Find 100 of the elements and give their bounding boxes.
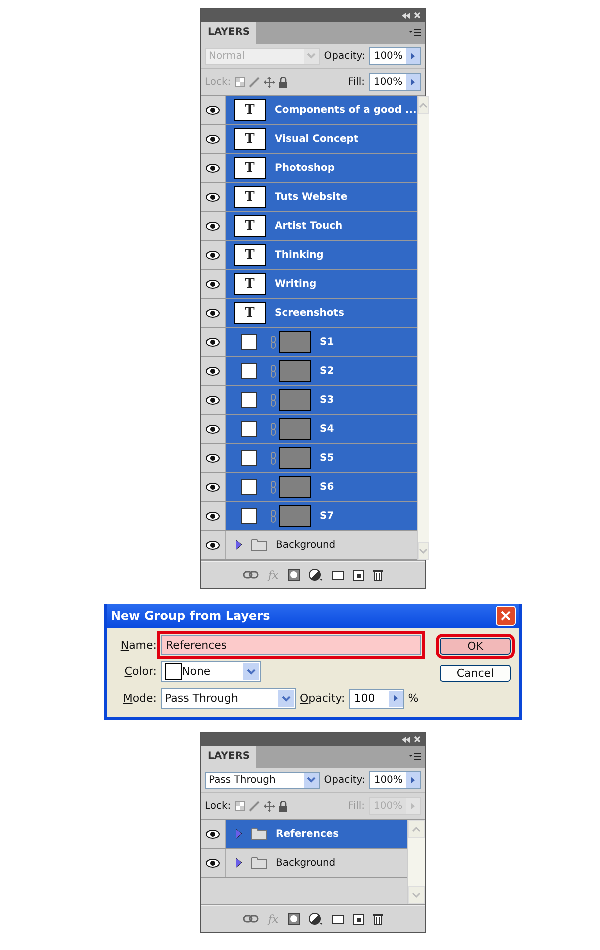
fill-field[interactable]: 100% [369,73,421,91]
eye-icon[interactable] [206,858,220,868]
expand-triangle-icon[interactable] [236,858,242,868]
layer-row[interactable]: T Visual Concept [201,125,417,154]
layer-row[interactable]: S2 [201,357,417,386]
eye-icon[interactable] [206,192,220,202]
dialog-button[interactable]: Cancel [440,665,511,682]
lock-icon[interactable] [279,76,288,88]
adjustment-icon[interactable] [308,569,323,581]
visibility-toggle[interactable] [201,357,226,385]
layer-row[interactable]: T Screenshots [201,299,417,328]
link-icon[interactable] [243,915,260,923]
layer-row[interactable]: T Artist Touch [201,212,417,241]
visibility-toggle[interactable] [201,386,226,414]
new-layer-icon[interactable] [352,570,364,580]
layer-row[interactable]: S5 [201,444,417,473]
chevron-down-icon[interactable] [246,668,256,674]
color-dropdown[interactable]: None [161,661,261,682]
chevron-down-icon[interactable] [307,777,316,783]
layer-row[interactable]: T Components of a good ... [201,96,417,125]
eye-icon[interactable] [206,106,220,114]
folder-icon[interactable] [332,914,344,924]
lock-icon[interactable] [279,800,288,812]
trash-icon[interactable] [372,569,383,581]
lock-transparency-icon[interactable] [235,801,246,811]
opacity-field[interactable]: 100 [349,688,404,708]
arrow-right-icon[interactable] [411,776,415,784]
layer-row[interactable]: T Thinking [201,241,417,270]
panel-menu-icon[interactable] [409,753,421,761]
visibility-toggle[interactable] [201,154,226,182]
layer-row[interactable]: S4 [201,415,417,444]
close-icon[interactable] [414,12,421,19]
panel-menu-icon[interactable] [409,29,421,37]
move-icon[interactable] [264,76,276,88]
close-button[interactable] [496,606,516,626]
visibility-toggle[interactable] [201,241,226,269]
visibility-toggle[interactable] [201,212,226,240]
adjustment-icon[interactable] [308,913,323,925]
layer-row[interactable]: Background [201,531,417,560]
link-icon[interactable] [243,571,260,579]
eye-icon[interactable] [206,338,220,346]
visibility-toggle[interactable] [201,125,226,153]
eye-icon[interactable] [206,250,220,260]
collapse-icon[interactable] [402,12,410,18]
arrow-right-icon[interactable] [411,52,415,60]
layer-row[interactable]: T Writing [201,270,417,299]
mode-dropdown[interactable]: Pass Through [161,688,296,709]
visibility-toggle[interactable] [201,328,226,356]
close-icon[interactable] [414,736,421,743]
trash-icon[interactable] [372,913,383,925]
eye-icon[interactable] [206,396,220,404]
eye-icon[interactable] [206,830,220,838]
eye-icon[interactable] [206,482,220,492]
layer-name: Thinking [275,250,324,260]
layer-row[interactable]: References [201,820,407,849]
layer-row[interactable]: S6 [201,473,417,502]
visibility-toggle[interactable] [201,96,226,124]
layers-tab[interactable]: LAYERS [201,746,256,768]
opacity-field[interactable]: 100% [369,47,421,65]
eye-icon[interactable] [206,512,220,520]
opacity-field[interactable]: 100% [369,771,421,789]
arrow-right-icon[interactable] [411,78,415,86]
mask-icon[interactable] [288,569,300,581]
color-label: Color: [124,665,157,678]
eye-icon[interactable] [206,366,220,376]
new-layer-icon[interactable] [352,914,364,924]
eye-icon[interactable] [206,280,220,288]
layer-row[interactable]: S1 [201,328,417,357]
layer-row[interactable]: T Tuts Website [201,183,417,212]
eye-icon[interactable] [206,540,220,550]
layer-row[interactable]: T Photoshop [201,154,417,183]
eye-icon[interactable] [206,454,220,462]
visibility-toggle[interactable] [201,820,226,848]
move-icon[interactable] [264,800,276,812]
arrow-right-icon[interactable] [394,695,398,702]
eye-icon[interactable] [206,164,220,172]
folder-icon[interactable] [332,570,344,580]
eye-icon[interactable] [206,308,220,318]
layer-row[interactable]: S7 [201,502,417,531]
layers-tab[interactable]: LAYERS [201,22,256,44]
layer-name: Screenshots [275,308,344,318]
visibility-toggle[interactable] [201,299,226,327]
layer-name: Artist Touch [275,220,343,232]
layer-row[interactable]: Background [201,849,407,878]
mask-icon[interactable] [288,913,300,925]
eye-icon[interactable] [206,424,220,434]
layer-row[interactable]: S3 [201,386,417,415]
chevron-down-icon[interactable] [282,696,290,702]
collapse-icon[interactable] [402,736,410,742]
visibility-toggle[interactable] [201,270,226,298]
lock-transparency-icon[interactable] [235,77,246,87]
eye-icon[interactable] [206,134,220,144]
visibility-toggle[interactable] [201,444,226,472]
visibility-toggle[interactable] [201,473,226,501]
expand-triangle-icon[interactable] [236,540,242,550]
blend-mode-dropdown[interactable]: Pass Through [205,772,320,788]
visibility-toggle[interactable] [201,415,226,443]
visibility-toggle[interactable] [201,502,226,530]
visibility-toggle[interactable] [201,183,226,211]
eye-icon[interactable] [206,222,220,230]
